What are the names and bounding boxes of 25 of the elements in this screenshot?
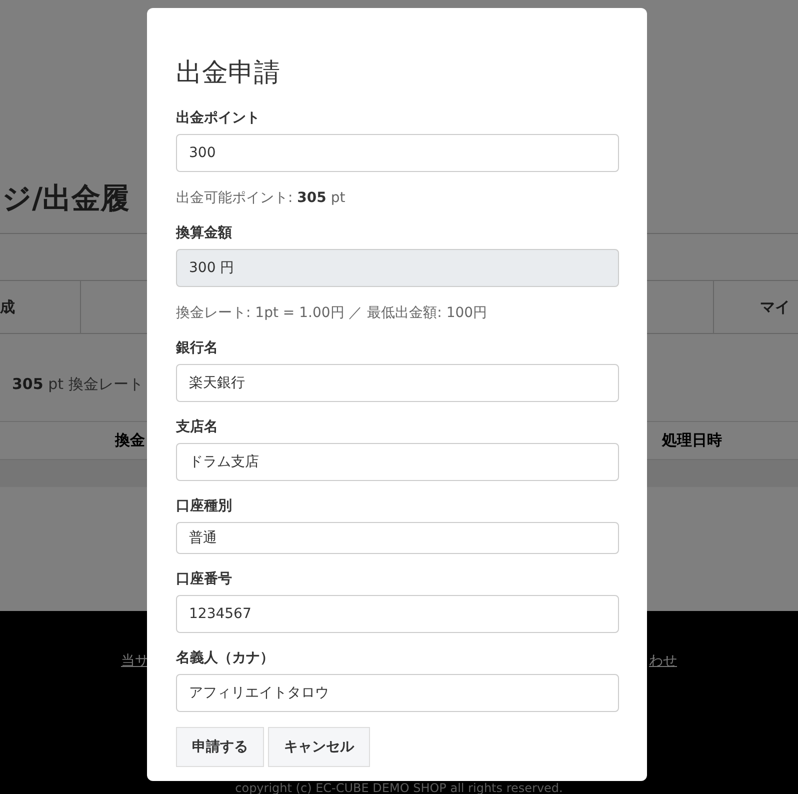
field-label: 名義人（カナ） [176,649,275,668]
nav-tab[interactable]: マイ [713,281,798,333]
footer-link[interactable]: 当サ [121,651,149,671]
nav-tab[interactable]: 成 [0,281,81,333]
input-field[interactable]: 300 [176,134,619,172]
points-summary: 305 pt 換金レート [11,374,144,395]
field-label: 出金ポイント [176,109,261,128]
cancel-button[interactable]: キャンセル [268,727,370,767]
field-label: 支店名 [176,418,219,437]
field-hint: 換金レート: 1pt = 1.00円 ／ 最低出金額: 100円 [176,304,488,323]
field-hint: 出金可能ポイント: 305 pt [176,189,346,208]
dialog-title: 出金申請 [176,58,281,89]
footer-link[interactable]: わせ [649,651,677,671]
input-field[interactable]: 普通 [176,522,619,554]
field-label: 口座番号 [176,570,233,589]
input-field[interactable]: アフィリエイトタロウ [176,674,619,712]
input-field[interactable]: 300 円 [176,249,619,287]
input-field[interactable]: 1234567 [176,595,619,633]
submit-button[interactable]: 申請する [176,727,264,767]
field-label: 銀行名 [176,339,219,358]
input-field[interactable]: 楽天銀行 [176,364,619,402]
input-field[interactable]: ドラム支店 [176,443,619,481]
column-header: 処理日時 [662,430,722,451]
field-label: 口座種別 [176,496,233,516]
column-header: 換金 [115,430,145,451]
